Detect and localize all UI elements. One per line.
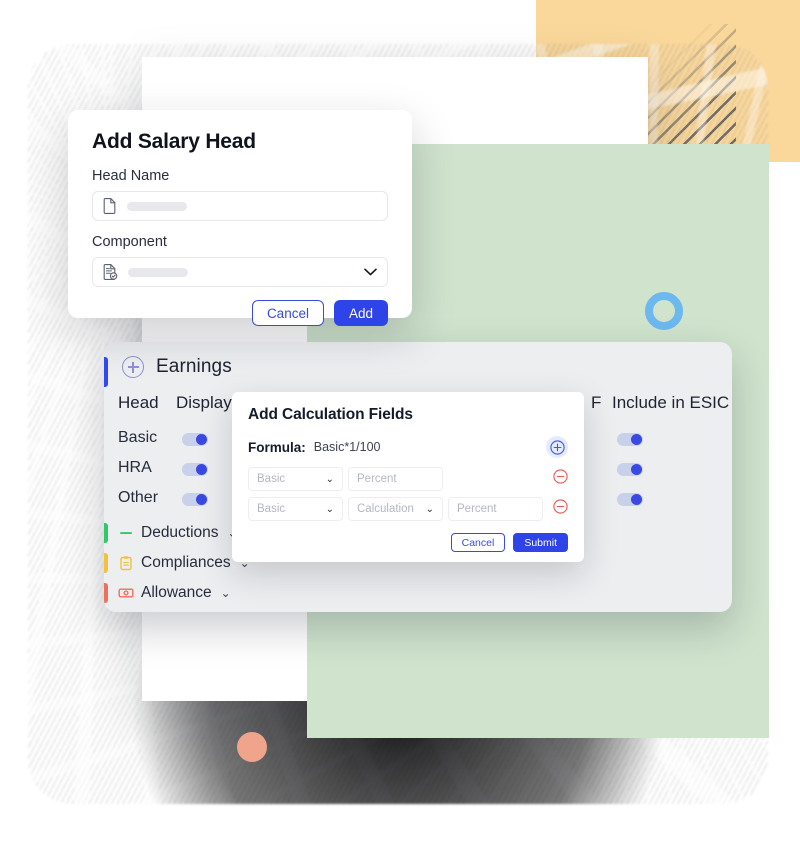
minus-icon (120, 532, 132, 534)
formula-value: Basic*1/100 (313, 440, 381, 454)
salary-dialog-actions: Cancel Add (92, 300, 388, 326)
display-toggle[interactable] (182, 463, 208, 476)
accordion-label: Deductions (141, 524, 219, 541)
document-check-icon (103, 264, 118, 280)
component-field[interactable] (92, 257, 388, 287)
blue-ring-decoration (645, 292, 683, 330)
calc-dialog-title: Add Calculation Fields (248, 406, 413, 423)
submit-button[interactable]: Submit (513, 533, 568, 552)
column-header-esic: Include in ESIC (612, 393, 730, 412)
accordion-label: Allowance (141, 584, 212, 601)
plus-circle-icon[interactable] (122, 356, 144, 378)
chevron-down-icon[interactable] (364, 268, 377, 276)
calc-field-select-value: Basic (257, 503, 286, 515)
calc-field-calculation-value: Calculation (357, 503, 414, 515)
column-header-head: Head (118, 393, 159, 412)
component-input[interactable] (128, 267, 188, 277)
add-calculation-fields-dialog: Add Calculation Fields Formula: Basic*1/… (232, 392, 584, 562)
head-name-label: Head Name (92, 168, 170, 184)
money-icon (118, 588, 134, 598)
row-head-label: Other (118, 489, 159, 506)
calculation-row: Basic ⌄ Calculation ⌄ Percent (248, 497, 568, 521)
formula-label: Formula: (248, 439, 306, 455)
esic-toggle[interactable] (617, 493, 643, 506)
earnings-title: Earnings (156, 356, 232, 377)
esic-toggle[interactable] (617, 433, 643, 446)
minus-circle-icon (553, 499, 568, 514)
chevron-down-icon: ⌄ (220, 586, 231, 600)
coral-dot-decoration (237, 732, 267, 762)
row-head-label: Basic (118, 429, 158, 446)
accordion-label: Compliances (141, 554, 231, 571)
component-label: Component (92, 234, 167, 250)
remove-row-button[interactable] (553, 469, 568, 489)
chevron-down-icon: ⌄ (425, 503, 434, 515)
esic-toggle[interactable] (617, 463, 643, 476)
column-header-pf: F (591, 393, 602, 412)
screenshot-stage: Earnings Head Display F Include in ESIC … (0, 0, 800, 853)
accordion-accent-bar (104, 523, 108, 543)
calc-dialog-actions: Cancel Submit (248, 533, 568, 552)
row-head-label: HRA (118, 459, 152, 476)
display-toggle[interactable] (182, 433, 208, 446)
add-salary-head-dialog: Add Salary Head Head Name Component Canc… (68, 110, 412, 326)
cancel-button[interactable]: Cancel (450, 533, 506, 552)
chevron-down-icon: ⌄ (325, 503, 334, 515)
document-icon (103, 198, 116, 214)
calc-field-select[interactable]: Basic ⌄ (248, 467, 343, 491)
page-title: Add Salary Head (92, 130, 256, 153)
accordion-item-allowance[interactable]: Allowance ⌄ (104, 578, 732, 608)
calc-field-select-value: Basic (257, 473, 286, 485)
plus-circle-icon (549, 439, 565, 455)
add-row-button[interactable] (546, 436, 568, 458)
clipboard-icon (120, 556, 132, 571)
add-button[interactable]: Add (333, 300, 388, 326)
head-name-field[interactable] (92, 191, 388, 221)
display-toggle[interactable] (182, 493, 208, 506)
formula-row: Formula: Basic*1/100 (248, 436, 568, 458)
calc-field-percent[interactable]: Percent (348, 467, 443, 491)
calc-field-select[interactable]: Basic ⌄ (248, 497, 343, 521)
minus-circle-icon (553, 469, 568, 484)
calc-field-percent-placeholder: Percent (357, 473, 397, 485)
remove-row-button[interactable] (553, 499, 568, 519)
earnings-header: Earnings (122, 356, 232, 378)
accordion-accent-bar (104, 553, 108, 573)
calc-field-percent-placeholder: Percent (457, 503, 497, 515)
cancel-button[interactable]: Cancel (251, 300, 324, 326)
accordion-accent-bar (104, 583, 108, 603)
calculation-row: Basic ⌄ Percent (248, 467, 568, 491)
column-header-display: Display (176, 393, 232, 412)
calc-field-calculation-select[interactable]: Calculation ⌄ (348, 497, 443, 521)
earnings-accent-bar (104, 357, 108, 387)
chevron-down-icon: ⌄ (325, 473, 334, 485)
calc-field-percent[interactable]: Percent (448, 497, 543, 521)
head-name-input[interactable] (127, 201, 187, 211)
